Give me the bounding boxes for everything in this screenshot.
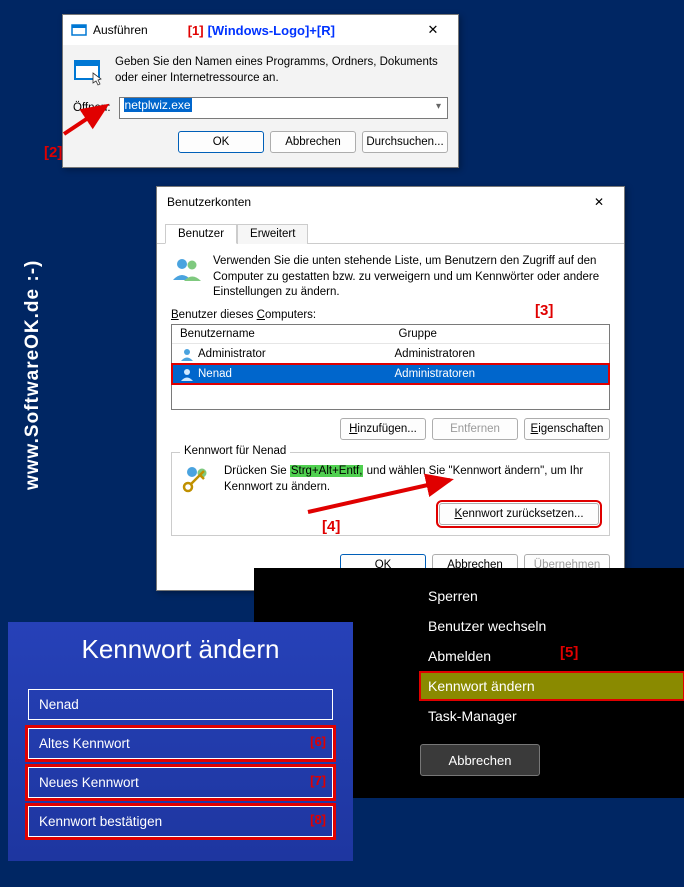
users-listbox[interactable]: Benutzername Gruppe Administrator Admini… bbox=[171, 324, 610, 410]
ua-titlebar: Benutzerkonten ✕ bbox=[157, 187, 624, 217]
user-accounts-dialog: Benutzerkonten ✕ Benutzer Erweitert Verw… bbox=[156, 186, 625, 591]
user-icon bbox=[180, 367, 194, 381]
key-users-icon bbox=[182, 463, 214, 495]
menu-item-task-manager[interactable]: Task-Manager bbox=[420, 702, 684, 730]
annotation-8: [8] bbox=[310, 812, 326, 827]
chevron-down-icon[interactable]: ▾ bbox=[436, 101, 441, 112]
close-icon[interactable]: ✕ bbox=[578, 195, 620, 209]
annotation-5: [5] bbox=[560, 644, 578, 661]
arrow-2 bbox=[58, 100, 118, 140]
change-password-panel: Kennwort ändern Nenad Altes Kennwort[6] … bbox=[8, 622, 353, 861]
ok-button[interactable]: OK bbox=[178, 131, 264, 153]
browse-button[interactable]: Durchsuchen... bbox=[362, 131, 448, 153]
menu-item-change-password[interactable]: Kennwort ändern bbox=[420, 672, 684, 700]
close-icon[interactable]: ✕ bbox=[412, 16, 454, 44]
remove-button: Entfernen bbox=[432, 418, 518, 440]
ua-title-text: Benutzerkonten bbox=[167, 195, 251, 209]
cancel-button[interactable]: Abbrechen bbox=[420, 744, 540, 776]
old-password-field[interactable]: Altes Kennwort[6] bbox=[28, 728, 333, 759]
user-icon bbox=[180, 347, 194, 361]
run-icon bbox=[71, 22, 87, 38]
confirm-password-field[interactable]: Kennwort bestätigen[8] bbox=[28, 806, 333, 837]
menu-item-switch-user[interactable]: Benutzer wechseln bbox=[420, 612, 684, 640]
change-password-title: Kennwort ändern bbox=[8, 622, 353, 681]
annotation-1: [1] bbox=[188, 23, 204, 38]
run-app-icon bbox=[73, 55, 105, 87]
add-button[interactable]: Hinzufügen... bbox=[340, 418, 426, 440]
properties-button[interactable]: Eigenschaften bbox=[524, 418, 610, 440]
annotation-1-text: [Windows-Logo]+[R] bbox=[208, 23, 335, 38]
menu-item-signout[interactable]: Abmelden [5] bbox=[420, 642, 684, 670]
users-icon bbox=[171, 254, 203, 286]
open-value: netplwiz.exe bbox=[124, 98, 192, 112]
username-field[interactable]: Nenad bbox=[28, 689, 333, 720]
ua-description: Verwenden Sie die unten stehende Liste, … bbox=[213, 254, 610, 301]
annotation-7: [7] bbox=[310, 773, 326, 788]
annotation-3: [3] bbox=[535, 302, 553, 319]
run-title: Ausführen bbox=[93, 23, 148, 37]
table-row[interactable]: Administrator Administratoren bbox=[172, 344, 609, 364]
menu-item-lock[interactable]: Sperren bbox=[420, 582, 684, 610]
annotation-6: [6] bbox=[310, 734, 326, 749]
open-combobox[interactable]: netplwiz.exe ▾ bbox=[119, 97, 448, 119]
watermark-text: www.SoftwareOK.de :-) bbox=[22, 260, 44, 490]
col-group[interactable]: Gruppe bbox=[391, 325, 610, 343]
cancel-button[interactable]: Abbrechen bbox=[270, 131, 356, 153]
run-titlebar: Ausführen [1] [Windows-Logo]+[R] ✕ bbox=[63, 15, 458, 45]
tab-users[interactable]: Benutzer bbox=[165, 224, 237, 244]
new-password-field[interactable]: Neues Kennwort[7] bbox=[28, 767, 333, 798]
annotation-4: [4] bbox=[322, 518, 340, 535]
run-description: Geben Sie den Namen eines Programms, Ord… bbox=[115, 55, 448, 87]
password-legend: Kennwort für Nenad bbox=[180, 445, 290, 457]
arrow-4 bbox=[300, 470, 470, 520]
run-dialog: Ausführen [1] [Windows-Logo]+[R] ✕ Geben… bbox=[62, 14, 459, 168]
col-username[interactable]: Benutzername bbox=[172, 325, 391, 343]
annotation-2: [2] bbox=[44, 144, 62, 161]
tab-advanced[interactable]: Erweitert bbox=[237, 224, 308, 244]
table-row-selected[interactable]: Nenad Administratoren bbox=[172, 364, 609, 384]
